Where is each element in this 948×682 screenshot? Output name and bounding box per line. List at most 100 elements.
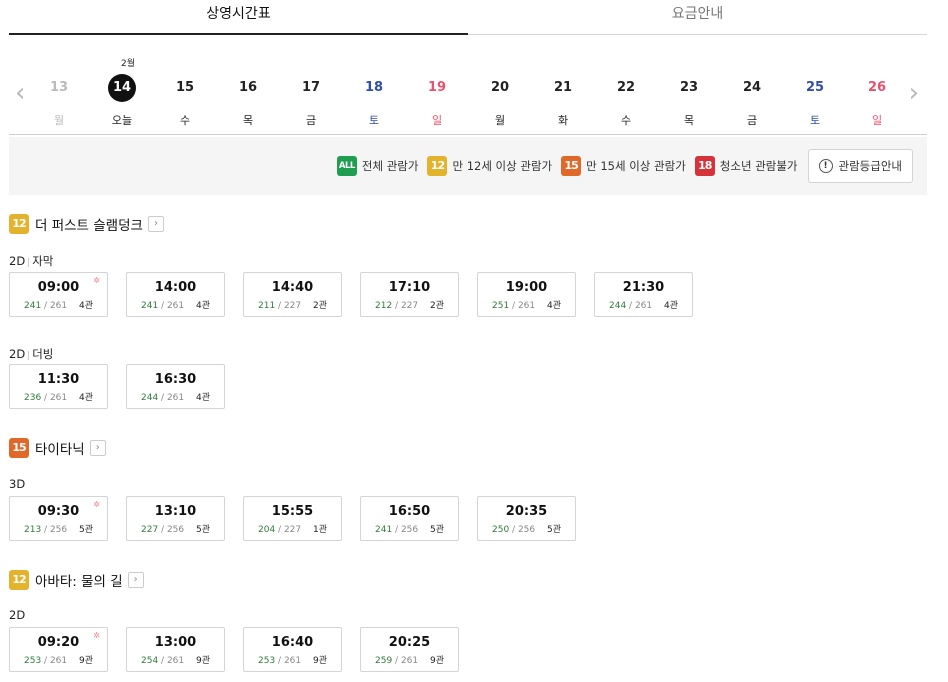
seat-count: 254 / 261 [141, 656, 184, 666]
seat-count: 259 / 261 [375, 656, 418, 666]
date-number: 22 [616, 80, 636, 95]
date-item-22[interactable]: 22 수 [606, 74, 646, 128]
date-item-24[interactable]: 24 금 [732, 74, 772, 128]
hall-name: 2관 [429, 301, 444, 311]
showtime-button[interactable]: 15:55 204 / 227 1관 [243, 496, 342, 541]
chevron-left-icon[interactable]: ‹ [15, 80, 25, 106]
seats-separator: / [41, 393, 50, 403]
date-item-20[interactable]: 20 월 [480, 74, 520, 128]
seats-total: 261 [49, 656, 68, 666]
legend-item: ALL 전체 관람가 [336, 156, 418, 176]
showtime-button[interactable]: 09:30 213 / 256 5관 ✲ [9, 496, 108, 541]
seats-total: 227 [283, 525, 302, 535]
date-item-25[interactable]: 25 토 [795, 74, 835, 128]
seats-available: 213 [24, 525, 42, 535]
seats-total: 261 [166, 393, 185, 403]
hall-name: 4관 [195, 301, 210, 311]
date-item-13: 13 월 [39, 74, 79, 128]
showtime-button[interactable]: 13:10 227 / 256 5관 [126, 496, 225, 541]
showtime-button[interactable]: 11:30 236 / 261 4관 [9, 364, 108, 409]
date-item-23[interactable]: 23 목 [669, 74, 709, 128]
showtime-button[interactable]: 14:40 211 / 227 2관 [243, 272, 342, 317]
showtime-row: 11:30 236 / 261 4관 16:30 244 / 261 4관 [9, 364, 243, 409]
date-item-14[interactable]: 14 오늘 [102, 74, 142, 128]
seats-separator: / [392, 301, 401, 311]
date-number: 24 [742, 80, 762, 95]
seat-count: 251 / 261 [492, 301, 535, 311]
showtime-button[interactable]: 09:00 241 / 261 4관 ✲ [9, 272, 108, 317]
chevron-right-icon[interactable]: › [89, 440, 106, 456]
seats-separator: / [158, 393, 167, 403]
showtime-row: 09:00 241 / 261 4관 ✲ 14:00 241 / 261 4관 14:40 21… [9, 272, 711, 317]
date-weekday: 월 [494, 114, 506, 127]
legend-item: 18 청소년 관람불가 [694, 156, 798, 176]
seats-available: 253 [24, 656, 42, 666]
showtime-button[interactable]: 20:25 259 / 261 9관 [360, 627, 459, 672]
showtime-button[interactable]: 16:40 253 / 261 9관 [243, 627, 342, 672]
date-item-19[interactable]: 19 일 [417, 74, 457, 128]
seat-count: 241 / 261 [24, 301, 67, 311]
date-number: 26 [867, 80, 887, 95]
format-type: 2D [9, 254, 26, 268]
seats-available: 236 [24, 393, 42, 403]
date-number: 21 [553, 80, 573, 95]
seats-total: 261 [517, 301, 536, 311]
screen-format: 2D | 더빙 [9, 346, 53, 362]
rating-badge-18: 18 [694, 156, 715, 176]
seat-count: 211 / 227 [258, 301, 301, 311]
tab-showtimes[interactable]: 상영시간표 [9, 0, 468, 35]
date-number: 20 [490, 80, 510, 95]
tab-pricing[interactable]: 요금안내 [468, 0, 927, 34]
movie-name[interactable]: 더 퍼스트 슬램덩크 [35, 214, 143, 234]
showtime-button[interactable]: 20:35 250 / 256 5관 [477, 496, 576, 541]
date-item-18[interactable]: 18 토 [354, 74, 394, 128]
show-time: 13:10 [154, 504, 197, 519]
format-subtitle: 더빙 [32, 347, 54, 361]
rating-guide-label: 관람등급안내 [838, 159, 902, 173]
show-time: 17:10 [388, 280, 431, 295]
seat-count: 244 / 261 [141, 393, 184, 403]
seats-total: 261 [283, 656, 302, 666]
seats-available: 241 [375, 525, 393, 535]
seats-total: 261 [49, 301, 68, 311]
showtime-button[interactable]: 14:00 241 / 261 4관 [126, 272, 225, 317]
date-item-16[interactable]: 16 목 [228, 74, 268, 128]
showtime-button[interactable]: 19:00 251 / 261 4관 [477, 272, 576, 317]
chevron-right-icon[interactable]: › [909, 80, 919, 106]
rating-badge-all: ALL [336, 156, 357, 176]
rating-guide-button[interactable]: ! 관람등급안내 [807, 149, 913, 183]
seats-separator: / [275, 301, 284, 311]
seats-total: 261 [400, 656, 419, 666]
hall-name: 4관 [663, 301, 678, 311]
date-item-17[interactable]: 17 금 [291, 74, 331, 128]
show-time: 20:25 [388, 635, 431, 650]
format-separator: | [27, 258, 31, 268]
showtime-button[interactable]: 13:00 254 / 261 9관 [126, 627, 225, 672]
seats-available: 244 [609, 301, 627, 311]
legend-label: 만 15세 이상 관람가 [586, 159, 686, 173]
seat-count: 241 / 261 [141, 301, 184, 311]
movie-name[interactable]: 아바타: 물의 길 [35, 570, 123, 590]
chevron-right-icon[interactable]: › [127, 572, 144, 588]
date-weekday: 토 [368, 114, 380, 127]
sun-icon: ✲ [93, 276, 100, 285]
showtime-button[interactable]: 21:30 244 / 261 4관 [594, 272, 693, 317]
chevron-right-icon[interactable]: › [147, 216, 164, 232]
movie-name[interactable]: 타이타닉 [35, 438, 85, 458]
date-weekday: 월 [53, 114, 65, 127]
date-number: 13 [49, 80, 69, 95]
showtime-button[interactable]: 16:30 244 / 261 4관 [126, 364, 225, 409]
date-item-15[interactable]: 15 수 [165, 74, 205, 128]
date-item-21[interactable]: 21 화 [543, 74, 583, 128]
showtime-button[interactable]: 16:50 241 / 256 5관 [360, 496, 459, 541]
showtime-button[interactable]: 09:20 253 / 261 9관 ✲ [9, 627, 108, 672]
seats-separator: / [41, 656, 50, 666]
showtime-button[interactable]: 17:10 212 / 227 2관 [360, 272, 459, 317]
date-item-26[interactable]: 26 일 [857, 74, 897, 128]
month-label: 2월 [120, 59, 135, 69]
format-type: 3D [9, 477, 26, 491]
show-time: 14:00 [154, 280, 197, 295]
seats-available: 241 [141, 301, 159, 311]
seats-total: 227 [283, 301, 302, 311]
rating-legend: ALL 전체 관람가 12 만 12세 이상 관람가 15 만 15세 이상 관람가 18 청… [9, 137, 927, 195]
